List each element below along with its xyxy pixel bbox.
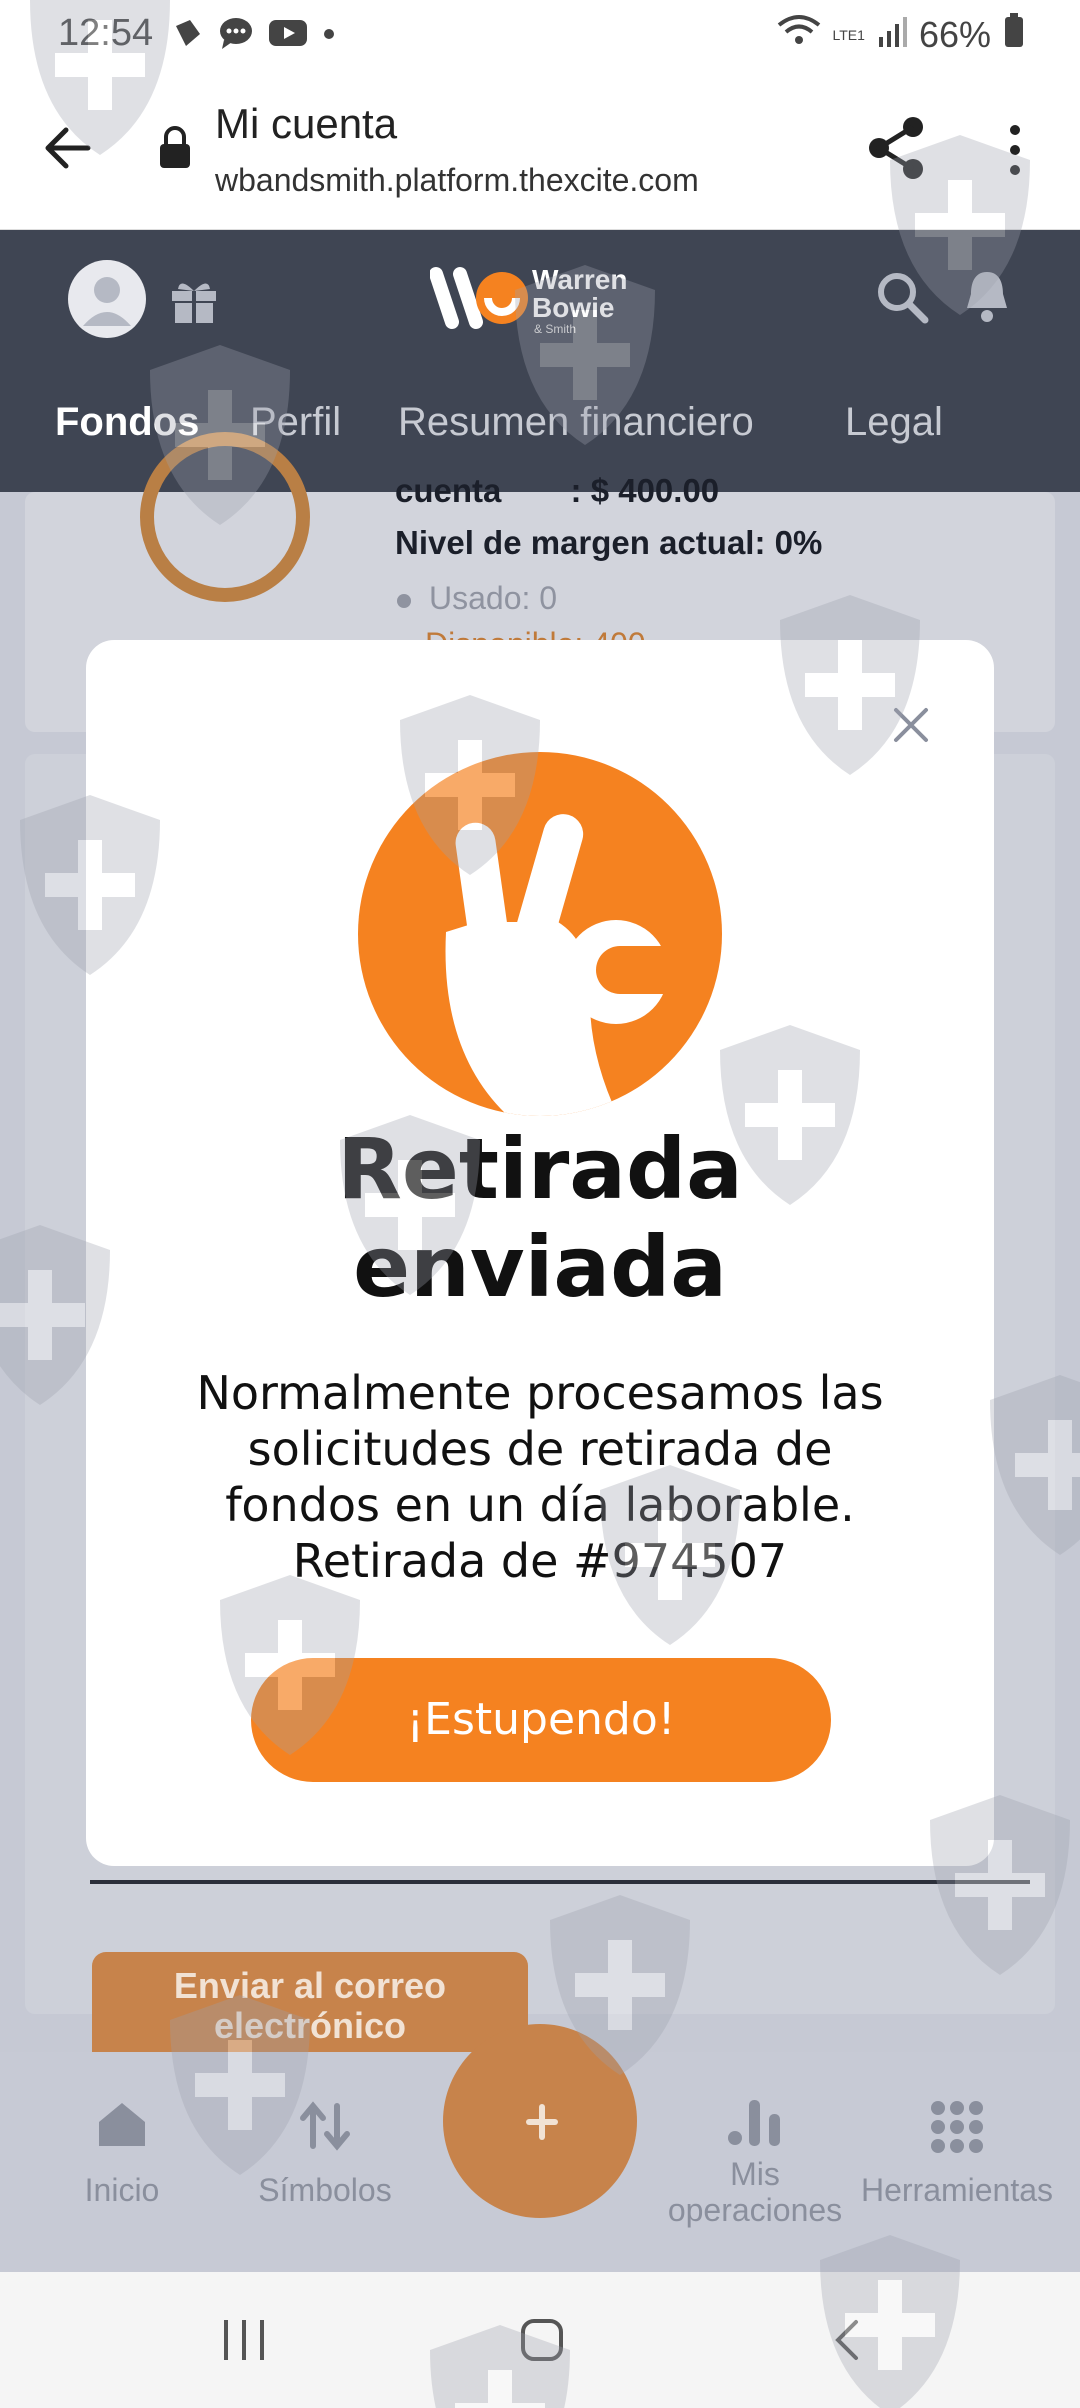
- back-arrow-icon[interactable]: [38, 118, 98, 178]
- email-button-line2: electrónico: [213, 2005, 407, 2046]
- dialog-title-line1: Retirada: [337, 1120, 743, 1218]
- share-icon[interactable]: [865, 115, 927, 181]
- system-navigation-bar: [0, 2272, 1080, 2408]
- youtube-icon: [268, 18, 308, 52]
- add-fab-button[interactable]: [443, 2024, 637, 2218]
- nav-simbolos-label: Símbolos: [258, 2172, 392, 2208]
- margin-ring: [140, 432, 310, 602]
- logo-line2: Bowie: [532, 292, 615, 323]
- bar-chart-icon: [728, 2100, 780, 2146]
- dialog-message: Normalmente procesamos las solicitudes d…: [126, 1365, 954, 1589]
- avatar[interactable]: [68, 260, 146, 338]
- withdrawal-id: Retirada de #974507: [292, 1534, 788, 1588]
- signal-icon: [877, 14, 907, 56]
- used-label: Usado: 0: [429, 580, 558, 616]
- wifi-icon: [777, 13, 821, 56]
- battery-icon: [1003, 12, 1025, 57]
- balance-label: cuenta: [395, 472, 502, 509]
- network-label: LTE1: [832, 26, 865, 43]
- send-email-button[interactable]: Enviar al correo electrónico: [92, 1952, 528, 2062]
- home-button-icon[interactable]: [520, 2318, 564, 2366]
- app-header: Warren Bowie & Smith Fondos Perfil Resum…: [0, 230, 1080, 492]
- email-button-line1: Enviar al correo: [173, 1965, 447, 2006]
- logo-line3: & Smith: [534, 322, 577, 336]
- tab-legal[interactable]: Legal: [845, 400, 943, 445]
- dialog-message-line3: fondos en un día laborable.: [225, 1478, 855, 1532]
- nav-simbolos[interactable]: Símbolos: [250, 2100, 400, 2209]
- grid-dots-icon: [931, 2101, 983, 2153]
- margin-level: Nivel de margen actual: 0%: [395, 524, 823, 561]
- balance-value: : $ 400.00: [570, 472, 720, 509]
- browser-toolbar: Mi cuenta wbandsmith.platform.thexcite.c…: [0, 70, 1080, 230]
- nav-herramientas[interactable]: Herramientas: [846, 2100, 1068, 2209]
- divider: [90, 1880, 1030, 1884]
- swap-arrows-icon: [300, 2101, 350, 2151]
- status-right: LTE1 66%: [777, 12, 1026, 57]
- dialog-message-line2: solicitudes de retirada de: [247, 1422, 833, 1476]
- lock-icon[interactable]: [158, 125, 192, 169]
- dialog-message-line1: Normalmente procesamos las: [196, 1366, 884, 1420]
- recent-apps-icon[interactable]: [222, 2320, 266, 2364]
- dot-icon: [322, 26, 336, 45]
- bell-icon[interactable]: [962, 268, 1012, 324]
- tab-resumen-financiero[interactable]: Resumen financiero: [398, 400, 754, 445]
- close-icon[interactable]: [886, 700, 936, 750]
- home-icon: [99, 2103, 145, 2146]
- notification-icons: [170, 16, 336, 54]
- confirm-button[interactable]: ¡Estupendo!: [251, 1658, 831, 1782]
- more-vert-icon[interactable]: [1000, 120, 1030, 180]
- withdrawal-success-dialog: Retirada enviada Normalmente procesamos …: [86, 640, 994, 1866]
- nav-mis-label: Mis: [730, 2156, 780, 2192]
- nav-mis-operaciones[interactable]: Mis operaciones: [650, 2096, 860, 2228]
- nav-operaciones-label: operaciones: [667, 2192, 843, 2228]
- tab-perfil[interactable]: Perfil: [250, 400, 341, 445]
- chat-icon: [218, 16, 254, 54]
- status-bar: 12:54 LTE1 66%: [0, 0, 1080, 70]
- ok-hand-icon: [358, 752, 722, 1116]
- page-title: Mi cuenta: [215, 100, 398, 147]
- status-time: 12:54: [58, 12, 154, 54]
- brand-logo[interactable]: Warren Bowie & Smith: [430, 260, 650, 340]
- dialog-title-line2: enviada: [353, 1218, 727, 1316]
- used-dot: [397, 594, 411, 608]
- bottom-navigation: Inicio Símbolos Mis operaciones Herramie…: [0, 2024, 1080, 2272]
- dialog-title: Retirada enviada: [86, 1120, 994, 1316]
- nav-inicio-label: Inicio: [84, 2172, 160, 2208]
- notification-app-icon: [170, 16, 204, 54]
- url-display[interactable]: wbandsmith.platform.thexcite.com: [215, 162, 699, 199]
- nav-inicio[interactable]: Inicio: [72, 2100, 172, 2209]
- tab-fondos[interactable]: Fondos: [55, 400, 199, 445]
- balance-row: cuenta : $ 400.00: [395, 472, 719, 510]
- search-icon[interactable]: [875, 270, 931, 326]
- gift-icon[interactable]: [168, 275, 220, 327]
- nav-herramientas-label: Herramientas: [860, 2172, 1054, 2208]
- back-nav-icon[interactable]: [832, 2318, 862, 2366]
- battery-text: 66%: [918, 13, 991, 55]
